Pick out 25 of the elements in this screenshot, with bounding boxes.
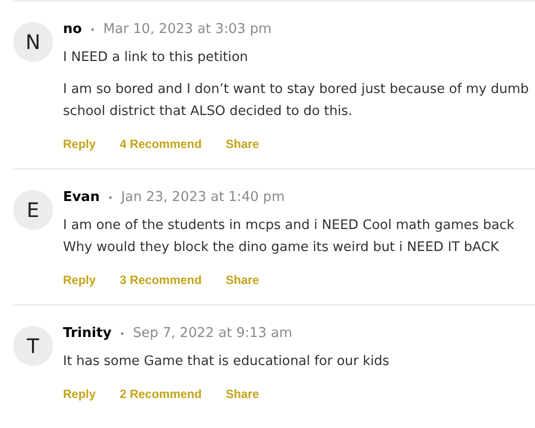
comment-action-link[interactable]: Reply <box>63 387 96 401</box>
comment-author: no <box>63 21 82 37</box>
separator-dot: • <box>108 194 114 204</box>
comment-action-link[interactable]: 4 Recommend <box>120 137 202 151</box>
comment-author: Trinity <box>63 325 112 341</box>
separator-dot: • <box>120 330 125 340</box>
avatar: E <box>13 190 53 230</box>
comment-action-link[interactable]: Reply <box>63 137 96 151</box>
comment-text: I am so bored and I don’t want to stay bored just because of my dumb school district that ALSO decided to do this. <box>63 81 530 121</box>
comment-action-link[interactable]: Share <box>226 273 260 287</box>
comment-action-link[interactable]: 2 Recommend <box>120 387 202 401</box>
avatar: N <box>13 22 53 62</box>
comment-date: Jan 23, 2023 at 1:40 pm <box>121 189 285 205</box>
avatar: T <box>13 326 53 366</box>
comment-date: Sep 7, 2022 at 9:13 am <box>132 325 292 341</box>
comment-action-link[interactable]: Reply <box>63 273 96 287</box>
separator-dot: • <box>90 26 96 36</box>
comment-text: I NEED a link to this petition <box>63 49 250 67</box>
comment-date: Mar 10, 2023 at 3:03 pm <box>103 21 272 37</box>
comment-text: I am one of the students in mcps and i NEED Cool math games back Why would they block the dino game its weird but i NEED IT bACK <box>63 217 516 257</box>
comment-action-link[interactable]: Share <box>226 387 260 401</box>
comment-action-link[interactable]: 3 Recommend <box>120 273 202 287</box>
comment-author: Evan <box>63 189 100 205</box>
comment-text: It has some Game that is educational for our kids <box>63 353 390 371</box>
comment-action-link[interactable]: Share <box>226 137 260 151</box>
